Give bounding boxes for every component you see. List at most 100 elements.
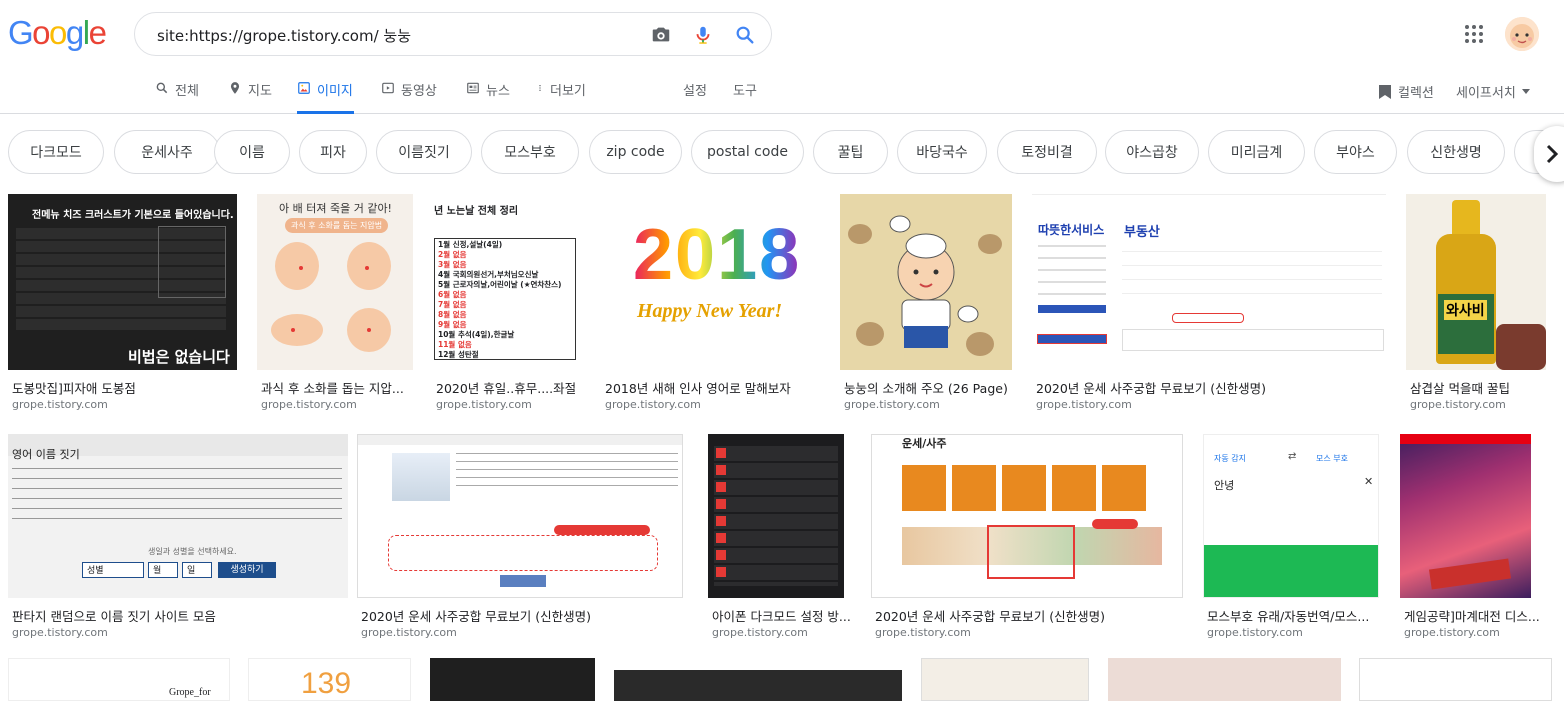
result-domain[interactable]: grope.tistory.com xyxy=(361,626,457,639)
chip[interactable]: 꿀팁 xyxy=(813,130,888,174)
image-result[interactable]: Grope_for xyxy=(8,658,230,701)
chips-next-button[interactable] xyxy=(1534,126,1564,182)
search-icon[interactable] xyxy=(734,24,756,46)
result-domain[interactable]: grope.tistory.com xyxy=(844,398,940,411)
image-result[interactable]: 전메뉴 치즈 크러스트가 기본으로 들어있습니다. 비법은 없습니다 도봉맛집]… xyxy=(8,194,238,414)
image-thumbnail[interactable]: Grope_for xyxy=(8,658,230,701)
result-domain[interactable]: grope.tistory.com xyxy=(261,398,357,411)
image-thumbnail[interactable] xyxy=(708,434,844,598)
result-title[interactable]: 2020년 운세 사주궁합 무료보기 (신한생명) xyxy=(361,606,687,625)
result-domain[interactable]: grope.tistory.com xyxy=(12,626,108,639)
image-result[interactable]: 년 노는날 전체 정리 1월 신정,설날(4일) 2월 없음 3월 없음 4월 … xyxy=(432,194,586,414)
tab-news[interactable]: 뉴스 xyxy=(466,80,510,114)
result-title[interactable]: 과식 후 소화를 돕는 지압... xyxy=(261,378,417,397)
result-title[interactable]: 눙눙의 소개해 주오 (26 Page) xyxy=(844,378,1016,397)
image-thumbnail[interactable]: 영어 이름 짓기 생일과 성별을 선택하세요. 성별 월 일 생성하기 xyxy=(8,434,348,598)
google-logo[interactable]: Google xyxy=(8,14,107,52)
image-thumbnail[interactable]: 아 배 터져 죽을 거 같아! 과식 후 소화를 돕는 지압법 xyxy=(257,194,413,370)
result-domain[interactable]: grope.tistory.com xyxy=(436,398,532,411)
tab-maps[interactable]: 지도 xyxy=(228,80,272,114)
image-thumbnail[interactable] xyxy=(1400,434,1531,598)
result-title[interactable]: 모스부호 유래/자동번역/모스... xyxy=(1207,606,1383,625)
result-title[interactable]: 게임공략]마계대전 디스... xyxy=(1404,606,1550,625)
image-thumbnail[interactable] xyxy=(614,670,902,701)
image-result[interactable]: 게임공략]마계대전 디스... grope.tistory.com xyxy=(1400,434,1552,644)
result-title[interactable]: 2020년 휴일..휴무....좌절 xyxy=(436,378,586,397)
chip[interactable]: 다크모드 xyxy=(8,130,104,174)
tab-all[interactable]: 전체 xyxy=(155,80,199,114)
image-thumbnail[interactable]: 2018 Happy New Year! xyxy=(601,194,820,370)
safesearch-menu[interactable]: 세이프서치 xyxy=(1456,82,1530,101)
image-result[interactable]: 운세/사주 2020년 운세 사주궁합 무료보기 (신한생명) grope.ti… xyxy=(871,434,1187,644)
image-result[interactable] xyxy=(921,658,1089,701)
result-title[interactable]: 아이폰 다크모드 설정 방... xyxy=(712,606,852,625)
chip[interactable]: 야스곱창 xyxy=(1105,130,1199,174)
user-avatar[interactable] xyxy=(1505,17,1539,51)
image-result[interactable] xyxy=(614,670,902,701)
image-result[interactable]: 139 xyxy=(248,658,411,701)
result-title[interactable]: 2020년 운세 사주궁합 무료보기 (신한생명) xyxy=(1036,378,1390,397)
result-domain[interactable]: grope.tistory.com xyxy=(875,626,971,639)
chip[interactable]: 이름짓기 xyxy=(376,130,472,174)
image-thumbnail[interactable] xyxy=(840,194,1012,370)
image-thumbnail[interactable] xyxy=(357,434,683,598)
chip[interactable]: 피자 xyxy=(299,130,367,174)
search-box[interactable] xyxy=(134,12,772,56)
chip[interactable]: 미리금계 xyxy=(1208,130,1305,174)
chip[interactable]: postal code xyxy=(691,130,804,174)
image-result[interactable]: 자동 감지 ⇄ 모스 부호 안녕 ✕ 모스부호 유래/자동번역/모스... gr… xyxy=(1203,434,1383,644)
result-title[interactable]: 2018년 새해 인사 영어로 말해보자 xyxy=(605,378,824,397)
image-thumbnail[interactable]: 139 xyxy=(248,658,411,701)
result-domain[interactable]: grope.tistory.com xyxy=(712,626,808,639)
image-result[interactable] xyxy=(430,658,595,701)
chip[interactable]: 모스부호 xyxy=(481,130,579,174)
image-result[interactable]: 아이폰 다크모드 설정 방... grope.tistory.com xyxy=(708,434,851,644)
tab-images[interactable]: 이미지 xyxy=(297,80,354,114)
image-result[interactable]: 2020년 운세 사주궁합 무료보기 (신한생명) grope.tistory.… xyxy=(357,434,687,644)
chip[interactable]: 이름 xyxy=(214,130,290,174)
settings-link[interactable]: 설정 xyxy=(683,80,707,114)
image-thumbnail[interactable]: 운세/사주 xyxy=(871,434,1183,598)
image-result[interactable]: 와사비 삼겹살 먹을때 꿀팁 grope.tistory.com xyxy=(1406,194,1546,414)
image-result[interactable]: 아 배 터져 죽을 거 같아! 과식 후 소화를 돕는 지압법 과식 후 소화를… xyxy=(257,194,417,414)
collections-link[interactable]: 컬렉션 xyxy=(1378,82,1434,101)
image-thumbnail[interactable] xyxy=(1359,658,1552,701)
result-domain[interactable]: grope.tistory.com xyxy=(12,398,108,411)
result-title[interactable]: 삼겹살 먹을때 꿀팁 xyxy=(1410,378,1546,397)
apps-grid-icon[interactable] xyxy=(1464,24,1484,44)
chip[interactable]: 바당국수 xyxy=(897,130,987,174)
image-result[interactable]: 2018 Happy New Year! 2018년 새해 인사 영어로 말해보… xyxy=(601,194,823,414)
image-result[interactable]: 따뜻한서비스 부동산 2020년 운세 사주궁합 무료보기 (신한생명) gro… xyxy=(1032,194,1390,414)
image-thumbnail[interactable] xyxy=(430,658,595,701)
image-thumbnail[interactable]: 년 노는날 전체 정리 1월 신정,설날(4일) 2월 없음 3월 없음 4월 … xyxy=(432,194,582,370)
image-result[interactable]: 영어 이름 짓기 생일과 성별을 선택하세요. 성별 월 일 생성하기 판타지 … xyxy=(8,434,352,644)
result-domain[interactable]: grope.tistory.com xyxy=(1404,626,1500,639)
microphone-icon[interactable] xyxy=(692,24,714,46)
image-result[interactable] xyxy=(1108,658,1341,701)
image-result[interactable] xyxy=(1359,658,1552,701)
tab-more[interactable]: 더보기 xyxy=(536,80,586,114)
tab-videos[interactable]: 동영상 xyxy=(381,80,437,114)
result-title[interactable]: 판타지 랜덤으로 이름 짓기 사이트 모음 xyxy=(12,606,352,625)
chip[interactable]: zip code xyxy=(589,130,682,174)
image-thumbnail[interactable]: 자동 감지 ⇄ 모스 부호 안녕 ✕ xyxy=(1203,434,1379,598)
camera-icon[interactable] xyxy=(650,24,672,46)
search-input[interactable] xyxy=(155,23,639,47)
chip[interactable]: 토정비결 xyxy=(997,130,1097,174)
result-domain[interactable]: grope.tistory.com xyxy=(605,398,701,411)
result-domain[interactable]: grope.tistory.com xyxy=(1036,398,1132,411)
result-title[interactable]: 2020년 운세 사주궁합 무료보기 (신한생명) xyxy=(875,606,1187,625)
chip[interactable]: 신한생명 xyxy=(1407,130,1505,174)
chip[interactable]: 운세사주 xyxy=(114,130,220,174)
image-thumbnail[interactable]: 따뜻한서비스 부동산 xyxy=(1032,194,1386,371)
image-thumbnail[interactable] xyxy=(921,658,1089,701)
image-thumbnail[interactable] xyxy=(1108,658,1341,701)
image-thumbnail[interactable]: 전메뉴 치즈 크러스트가 기본으로 들어있습니다. 비법은 없습니다 xyxy=(8,194,237,370)
result-title[interactable]: 도봉맛집]피자애 도봉점 xyxy=(12,378,240,397)
tools-link[interactable]: 도구 xyxy=(733,80,757,114)
result-domain[interactable]: grope.tistory.com xyxy=(1410,398,1506,411)
image-result[interactable]: 눙눙의 소개해 주오 (26 Page) grope.tistory.com xyxy=(840,194,1016,414)
chip[interactable]: 부야스 xyxy=(1314,130,1397,174)
result-domain[interactable]: grope.tistory.com xyxy=(1207,626,1303,639)
image-thumbnail[interactable]: 와사비 xyxy=(1406,194,1546,370)
